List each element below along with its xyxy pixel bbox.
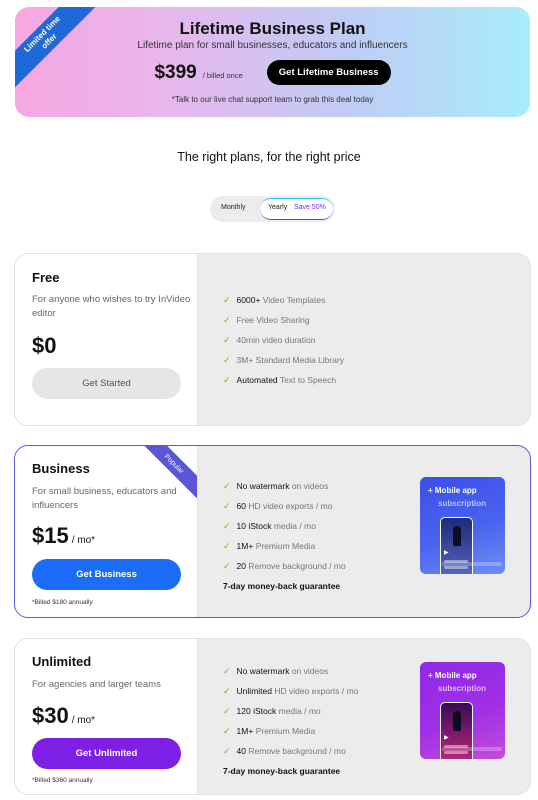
- check-icon: ✓: [223, 726, 231, 736]
- plan-description: For anyone who wishes to try InVideo edi…: [32, 294, 191, 319]
- check-icon: ✓: [223, 501, 231, 511]
- lifetime-billed: / billed once: [202, 71, 243, 80]
- price-amount: $30: [32, 703, 69, 728]
- feature-item: ✓ 1M+ Premium Media: [223, 726, 316, 736]
- plan-description: For agencies and larger teams: [32, 679, 161, 690]
- billed-note: *Billed $360 annually: [32, 777, 93, 784]
- feature-item: ✓ No watermark on videos: [223, 481, 329, 491]
- lifetime-subtitle: Lifetime plan for small businesses, educ…: [137, 40, 408, 51]
- promo-title: + Mobile app: [428, 671, 477, 680]
- plan-summary: Unlimited For agencies and larger teams …: [15, 639, 198, 794]
- get-lifetime-business-button[interactable]: Get Lifetime Business: [266, 60, 391, 85]
- plan-name: Unlimited: [32, 654, 92, 669]
- promo-subtitle: subscription: [438, 499, 487, 508]
- feature-item: ✓ 10 iStock media / mo: [223, 521, 316, 531]
- promo-title: + Mobile app: [428, 486, 477, 495]
- plan-summary: Free For anyone who wishes to try InVide…: [15, 254, 198, 425]
- mobile-app-promo: + Mobile app subscription ▶: [420, 477, 505, 574]
- feature-item: ✓ 60 HD video exports / mo: [223, 501, 333, 511]
- lifetime-note: *Talk to our live chat support team to g…: [171, 95, 374, 104]
- price-period: / mo*: [71, 535, 96, 546]
- plan-price: $0: [32, 333, 56, 359]
- billing-toggle[interactable]: Monthly Yearly Save 50%: [210, 196, 335, 222]
- check-icon: ✓: [223, 561, 231, 571]
- popular-badge: Popular: [137, 446, 197, 502]
- feature-item: ✓ 120 iStock media / mo: [223, 706, 321, 716]
- get-started-button[interactable]: Get Started: [32, 368, 181, 399]
- price-amount: $15: [32, 523, 69, 548]
- play-icon: ▶: [444, 735, 449, 741]
- lifetime-price-row: $399 / billed once Get Lifetime Business: [15, 60, 530, 85]
- billed-note: *Billed $180 annually: [32, 599, 93, 606]
- save-badge: Save 50%: [294, 204, 326, 211]
- check-icon: ✓: [223, 666, 231, 676]
- price-amount: $0: [32, 333, 57, 358]
- check-icon: ✓: [223, 375, 231, 385]
- feature-item: ✓ 40 Remove background / mo: [223, 746, 346, 756]
- pricing-tagline: The right plans, for the right price: [177, 150, 361, 164]
- check-icon: ✓: [223, 521, 231, 531]
- lifetime-title: Lifetime Business Plan: [179, 19, 366, 38]
- plan-name: Business: [32, 461, 90, 476]
- check-icon: ✓: [223, 335, 231, 345]
- toggle-monthly[interactable]: Monthly: [221, 204, 246, 211]
- check-icon: ✓: [223, 355, 231, 365]
- check-icon: ✓: [223, 541, 231, 551]
- check-icon: ✓: [223, 746, 231, 756]
- lifetime-price: $399: [154, 61, 197, 83]
- feature-item: ✓ Unlimited HD video exports / mo: [223, 686, 359, 696]
- get-unlimited-button[interactable]: Get Unlimited: [32, 738, 181, 769]
- popular-ribbon: Popular: [137, 446, 197, 506]
- feature-item: ✓ 40min video duration: [223, 335, 316, 345]
- feature-item: ✓ Free Video Sharing: [223, 315, 310, 325]
- feature-item: ✓ 6000+ Video Templates: [223, 295, 326, 305]
- check-icon: ✓: [223, 706, 231, 716]
- money-back-guarantee: 7-day money-back guarantee: [223, 581, 341, 591]
- feature-item: ✓ 20 Remove background / mo: [223, 561, 346, 571]
- plan-card-free: Free For anyone who wishes to try InVide…: [14, 253, 531, 426]
- promo-subtitle: subscription: [438, 684, 487, 693]
- plan-price: $30/ mo*: [32, 703, 95, 729]
- feature-item: ✓ No watermark on videos: [223, 666, 329, 676]
- toggle-yearly[interactable]: Yearly: [268, 204, 287, 211]
- feature-item: ✓ Automated Text to Speech: [223, 375, 337, 385]
- plan-card-business: Business For small business, educators a…: [14, 445, 531, 618]
- mobile-app-promo: + Mobile app subscription ▶: [420, 662, 505, 759]
- plan-card-unlimited: Unlimited For agencies and larger teams …: [14, 638, 531, 795]
- plan-name: Free: [32, 270, 60, 285]
- lifetime-banner: Limited time offer Lifetime Business Pla…: [15, 7, 530, 117]
- play-icon: ▶: [444, 550, 449, 556]
- plan-summary: Business For small business, educators a…: [15, 446, 198, 617]
- money-back-guarantee: 7-day money-back guarantee: [223, 766, 341, 776]
- plan-price: $15/ mo*: [32, 523, 95, 549]
- feature-item: ✓ 1M+ Premium Media: [223, 541, 316, 551]
- price-period: / mo*: [71, 715, 96, 726]
- feature-item: ✓ 3M+ Standard Media Library: [223, 355, 345, 365]
- get-business-button[interactable]: Get Business: [32, 559, 181, 590]
- check-icon: ✓: [223, 686, 231, 696]
- check-icon: ✓: [223, 295, 231, 305]
- check-icon: ✓: [223, 315, 231, 325]
- check-icon: ✓: [223, 481, 231, 491]
